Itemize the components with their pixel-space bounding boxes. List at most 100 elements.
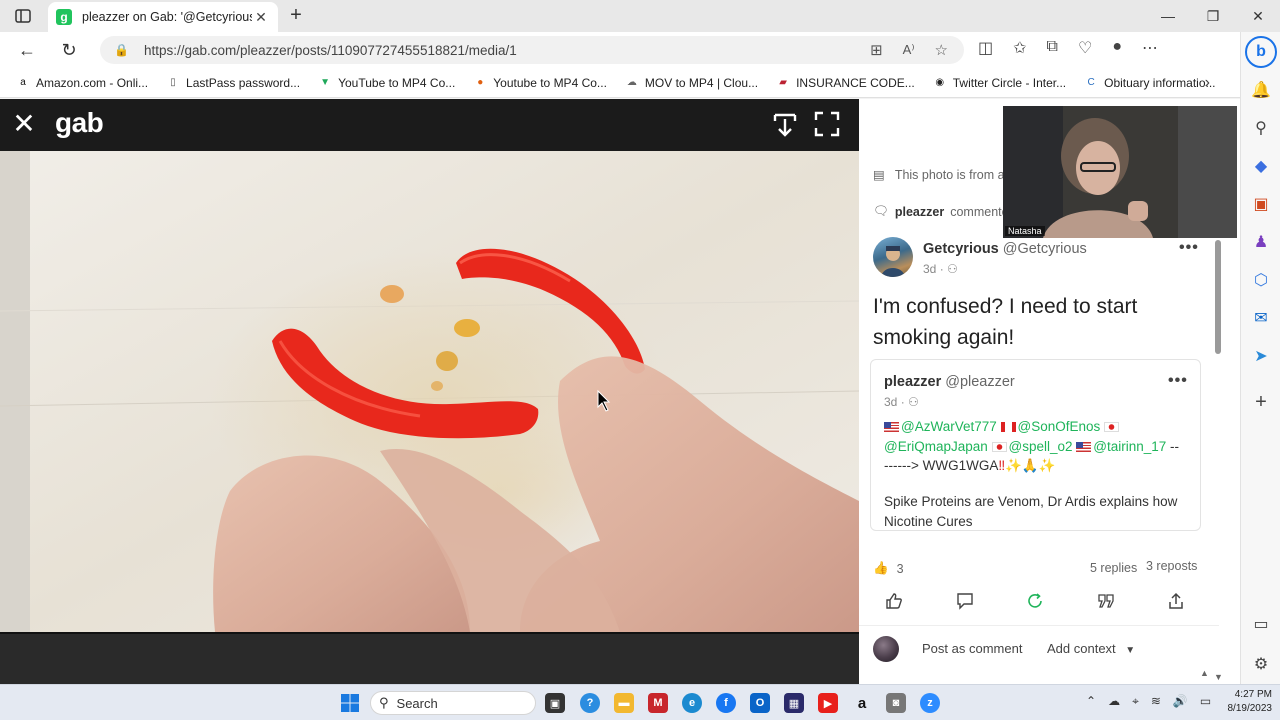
quoted-handle[interactable]: @pleazzer	[945, 374, 1015, 390]
url-text[interactable]: https://gab.com/pleazzer/posts/110907727…	[144, 43, 517, 58]
quoted-post[interactable]: pleazzer @pleazzer 3d · ⚇ ••• @AzWarVet77…	[870, 359, 1201, 531]
windows-start-icon[interactable]	[340, 693, 360, 713]
search-icon[interactable]: ⚲	[1247, 114, 1275, 142]
reposts-count[interactable]: 3 reposts	[1146, 559, 1197, 573]
like-count[interactable]: 👍 3	[873, 561, 904, 576]
task-view-icon[interactable]: ▣	[545, 693, 565, 713]
post-more-options-icon[interactable]: •••	[1179, 239, 1199, 257]
share-button[interactable]	[1164, 589, 1188, 613]
file-explorer-icon[interactable]: ▬	[614, 693, 634, 713]
browser-tab-active[interactable]: g pleazzer on Gab: '@Getcyrious H ✕	[48, 2, 278, 32]
favorite-star-icon[interactable]: ☆	[935, 41, 948, 59]
scroll-up-arrow-icon[interactable]: ▲	[1200, 668, 1209, 678]
restore-button[interactable]: ❐	[1193, 4, 1233, 28]
bookmark-item[interactable]: ◉ Twitter Circle - Inter...	[933, 76, 1066, 90]
sidebar-settings-gear-icon[interactable]: ⚙	[1247, 650, 1275, 678]
sidebar-layout-icon[interactable]: ▭	[1247, 610, 1275, 638]
send-icon[interactable]: ➤	[1247, 342, 1275, 370]
mention-link[interactable]: @SonOfEnos	[1018, 419, 1101, 434]
bookmark-item[interactable]: ● Youtube to MP4 Co...	[473, 76, 607, 90]
close-viewer-icon[interactable]: ✕	[12, 110, 36, 139]
store-icon[interactable]: ▦	[784, 693, 804, 713]
scroll-down-arrow-icon[interactable]: ▼	[1214, 672, 1223, 682]
collections-icon[interactable]: ⧉	[1047, 38, 1058, 58]
fullscreen-icon[interactable]	[814, 111, 840, 137]
wifi-icon[interactable]: ≋	[1151, 694, 1161, 709]
mention-link[interactable]: @EriQmapJapan	[884, 439, 988, 454]
edge-browser-icon[interactable]: e	[682, 693, 702, 713]
cloud-sync-icon[interactable]: ☁	[1108, 694, 1120, 709]
quoted-time[interactable]: 3d	[884, 395, 897, 409]
new-tab-button[interactable]: +	[284, 4, 308, 28]
browser-essentials-icon[interactable]: ♡	[1078, 38, 1092, 58]
amazon-taskbar-icon[interactable]: a	[852, 693, 872, 713]
repost-button[interactable]	[1023, 589, 1047, 613]
mention-link[interactable]: @tairinn_17	[1093, 439, 1166, 454]
gab-logo[interactable]: gab	[55, 107, 104, 139]
facebook-icon[interactable]: f	[716, 693, 736, 713]
bookmark-item[interactable]: ▯ LastPass password...	[166, 76, 300, 90]
split-screen-icon[interactable]: ◫	[978, 38, 993, 58]
apps-icon[interactable]: ⊞	[870, 41, 883, 59]
refresh-button[interactable]: ↻	[56, 38, 82, 62]
lock-icon[interactable]: 🔒	[114, 43, 132, 57]
read-aloud-icon[interactable]: A⁾	[903, 42, 915, 58]
post-handle[interactable]: @Getcyrious	[1003, 241, 1087, 257]
taskbar-clock[interactable]: 4:27 PM 8/19/2023	[1222, 688, 1273, 716]
bookmark-item[interactable]: ▰ INSURANCE CODE...	[776, 76, 915, 90]
close-window-button[interactable]: ✕	[1238, 4, 1278, 28]
taskbar-search[interactable]: ⚲ Search	[370, 691, 536, 715]
bing-chat-icon[interactable]: b	[1245, 36, 1277, 68]
outlook-icon[interactable]: ✉	[1247, 304, 1275, 332]
add-sidebar-app-icon[interactable]: +	[1247, 388, 1275, 416]
minimize-button[interactable]: —	[1148, 4, 1188, 28]
tab-close-icon[interactable]: ✕	[252, 9, 270, 26]
address-bar[interactable]: 🔒 https://gab.com/pleazzer/posts/1109077…	[100, 36, 964, 64]
youtube-icon[interactable]: ▶	[818, 693, 838, 713]
games-icon[interactable]: ♟	[1247, 228, 1275, 256]
quoted-more-options-icon[interactable]: •••	[1168, 372, 1188, 390]
battery-icon[interactable]: ▭	[1200, 694, 1211, 709]
post-as-comment-button[interactable]: Post as comment	[922, 641, 1022, 656]
profile-icon[interactable]: ●	[1112, 38, 1122, 58]
bookmarks-more-chevron-icon[interactable]: ›	[1205, 74, 1210, 92]
settings-more-icon[interactable]: ⋯	[1142, 38, 1158, 58]
like-button[interactable]	[882, 589, 906, 613]
commented-user[interactable]: pleazzer	[895, 205, 944, 219]
scrollbar-thumb[interactable]	[1215, 240, 1221, 354]
tools-briefcase-icon[interactable]: ▣	[1247, 190, 1275, 218]
bookmark-item[interactable]: a Amazon.com - Onli...	[16, 76, 148, 90]
copilot-icon[interactable]: ?	[580, 693, 600, 713]
microsoft365-icon[interactable]: ⬡	[1247, 266, 1275, 294]
volume-icon[interactable]: 🔊	[1173, 694, 1188, 709]
replies-count[interactable]: 5 replies	[1090, 561, 1137, 575]
bookmark-item[interactable]: C Obituary informatio...	[1084, 76, 1216, 90]
shopping-tag-icon[interactable]: ◆	[1247, 152, 1275, 180]
location-icon[interactable]: ⌖	[1132, 694, 1139, 709]
back-button[interactable]: ←	[14, 38, 40, 62]
add-context-dropdown[interactable]: Add context ▼	[1047, 641, 1135, 656]
quoted-author[interactable]: pleazzer @pleazzer	[884, 374, 1015, 390]
bookmark-item[interactable]: ▼ YouTube to MP4 Co...	[318, 76, 455, 90]
download-icon[interactable]	[772, 111, 798, 139]
getcyrious-avatar[interactable]	[873, 237, 913, 277]
comment-button[interactable]	[953, 589, 977, 613]
mcafee-icon[interactable]: M	[648, 693, 668, 713]
post-author[interactable]: Getcyrious @Getcyrious	[923, 241, 1087, 257]
bookmark-item[interactable]: ☁ MOV to MP4 | Clou...	[625, 76, 758, 90]
favorites-icon[interactable]: ✩	[1013, 38, 1026, 58]
tray-chevron-icon[interactable]: ⌃	[1086, 694, 1096, 709]
post-display-name[interactable]: Getcyrious	[923, 241, 999, 257]
mention-link[interactable]: @spell_o2	[1009, 439, 1073, 454]
quote-button[interactable]	[1094, 589, 1118, 613]
mention-link[interactable]: @AzWarVet777	[901, 419, 997, 434]
quoted-display-name[interactable]: pleazzer	[884, 374, 941, 390]
media-photo[interactable]	[0, 151, 859, 632]
outlook-taskbar-icon[interactable]: O	[750, 693, 770, 713]
camera-icon[interactable]: ◙	[886, 693, 906, 713]
tab-actions-icon[interactable]	[8, 4, 38, 28]
post-time[interactable]: 3d	[923, 262, 936, 276]
user-avatar[interactable]	[873, 636, 899, 662]
zoom-icon[interactable]: z	[920, 693, 940, 713]
notifications-bell-icon[interactable]: 🔔	[1247, 76, 1275, 104]
